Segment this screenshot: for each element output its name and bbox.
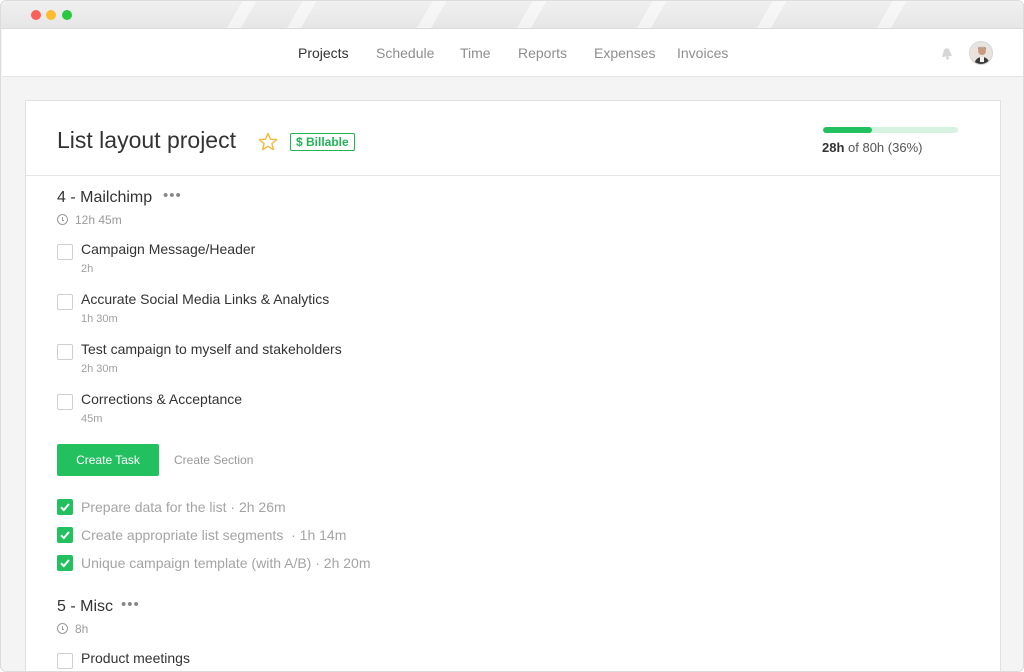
task-name[interactable]: Campaign Message/Header xyxy=(81,241,255,257)
section-total-value: 12h 45m xyxy=(75,213,122,227)
section-title: 5 - Misc xyxy=(57,598,113,615)
task-checkbox[interactable] xyxy=(57,244,73,260)
minimize-window-button[interactable] xyxy=(46,10,56,20)
checked-checkbox[interactable] xyxy=(57,499,73,515)
task-item: Accurate Social Media Links & Analytics … xyxy=(57,291,657,331)
project-header: List layout project $ Billable 28h of 80… xyxy=(26,101,1000,176)
task-checkbox[interactable] xyxy=(57,394,73,410)
section-title: 4 - Mailchimp xyxy=(57,189,153,206)
task-duration: 45m xyxy=(81,413,103,425)
avatar[interactable] xyxy=(969,41,993,65)
top-navigation: Projects Schedule Time Reports Expenses … xyxy=(2,29,1023,77)
nav-expenses[interactable]: Expenses xyxy=(594,45,655,61)
completed-task-text[interactable]: Prepare data for the list · 2h 26m xyxy=(81,499,286,515)
completed-task-text[interactable]: Unique campaign template (with A/B) · 2h… xyxy=(81,555,370,571)
task-checkbox[interactable] xyxy=(57,294,73,310)
checked-checkbox[interactable] xyxy=(57,555,73,571)
create-task-button[interactable]: Create Task xyxy=(57,444,159,476)
task-checkbox[interactable] xyxy=(57,344,73,360)
completed-task-item: Create appropriate list segments · 1h 14… xyxy=(57,527,657,549)
close-window-button[interactable] xyxy=(31,10,41,20)
hours-progress-bar xyxy=(823,127,958,133)
checkmark-icon xyxy=(60,531,70,540)
checked-checkbox[interactable] xyxy=(57,527,73,543)
nav-time[interactable]: Time xyxy=(460,45,491,61)
task-item: Corrections & Acceptance 45m xyxy=(57,391,657,431)
task-name[interactable]: Product meetings xyxy=(81,650,190,666)
project-panel: List layout project $ Billable 28h of 80… xyxy=(25,100,1001,671)
create-section-link[interactable]: Create Section xyxy=(174,453,253,467)
clock-icon xyxy=(57,214,68,225)
task-duration: 2h xyxy=(81,263,94,275)
task-item: Campaign Message/Header 2h xyxy=(57,241,657,281)
page-title: List layout project xyxy=(57,127,236,153)
checkmark-icon xyxy=(60,559,70,568)
checkmark-icon xyxy=(60,503,70,512)
nav-invoices[interactable]: Invoices xyxy=(677,45,728,61)
nav-reports[interactable]: Reports xyxy=(518,45,567,61)
nav-schedule[interactable]: Schedule xyxy=(376,45,434,61)
task-name[interactable]: Accurate Social Media Links & Analytics xyxy=(81,291,329,307)
bell-icon[interactable] xyxy=(940,46,954,60)
task-duration: 2h 30m xyxy=(81,363,118,375)
app-window: Projects Schedule Time Reports Expenses … xyxy=(0,0,1024,672)
hours-progress-fill xyxy=(823,127,872,133)
section-total-time: 12h 45m xyxy=(57,213,122,227)
task-duration: 1h 30m xyxy=(81,313,118,325)
completed-task-text[interactable]: Create appropriate list segments · 1h 14… xyxy=(81,527,346,543)
task-checkbox[interactable] xyxy=(57,653,73,669)
task-item: Test campaign to myself and stakeholders… xyxy=(57,341,657,381)
section-menu-icon[interactable]: ••• xyxy=(163,187,182,204)
hours-used: 28h xyxy=(822,140,845,155)
task-name[interactable]: Corrections & Acceptance xyxy=(81,391,242,407)
section-total-value: 8h xyxy=(75,622,89,636)
maximize-window-button[interactable] xyxy=(62,10,72,20)
star-icon[interactable] xyxy=(258,132,278,152)
task-name[interactable]: Test campaign to myself and stakeholders xyxy=(81,341,342,357)
completed-task-item: Prepare data for the list · 2h 26m xyxy=(57,499,657,521)
clock-icon xyxy=(57,623,68,634)
section-total-time: 8h xyxy=(57,622,88,636)
nav-projects[interactable]: Projects xyxy=(298,45,349,61)
hours-total: of 80h (36%) xyxy=(844,140,923,155)
completed-task-item: Unique campaign template (with A/B) · 2h… xyxy=(57,555,657,577)
title-bar xyxy=(1,1,1023,29)
billable-badge: $ Billable xyxy=(290,133,355,151)
task-item: Product meetings xyxy=(57,650,657,671)
hours-progress-text: 28h of 80h (36%) xyxy=(822,140,922,155)
section-menu-icon[interactable]: ••• xyxy=(121,596,140,613)
